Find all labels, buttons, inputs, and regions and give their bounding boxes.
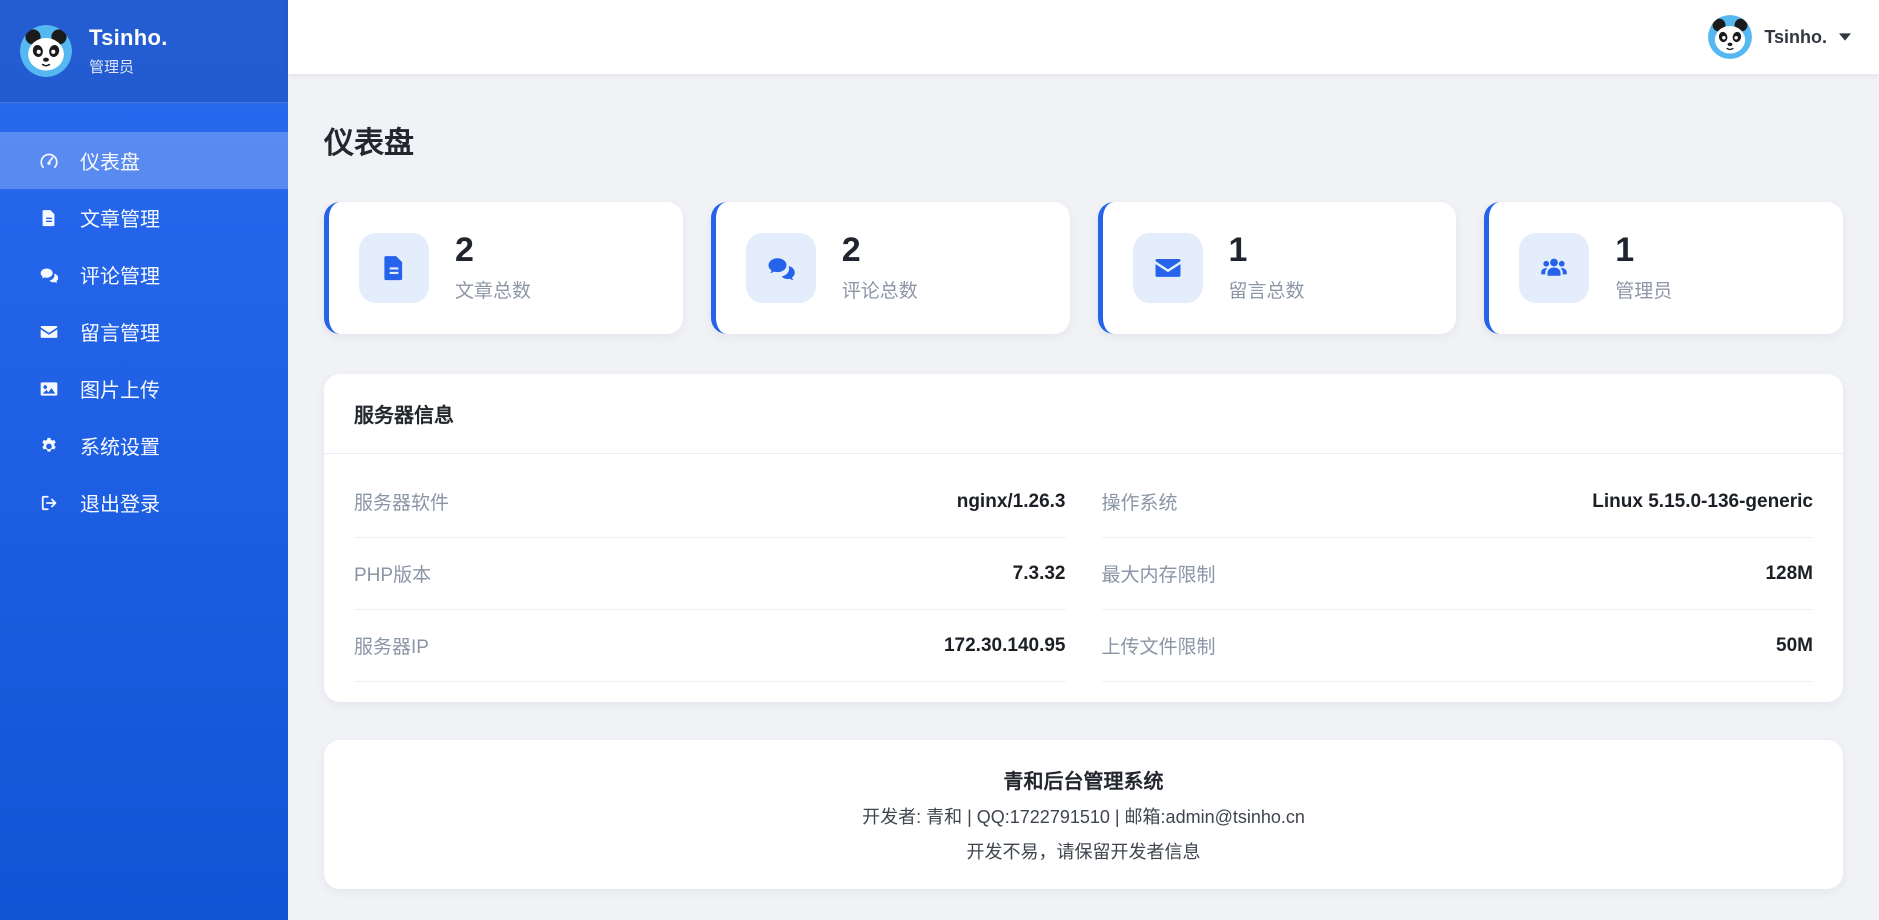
comments-icon xyxy=(746,233,816,303)
info-value: Linux 5.15.0-136-generic xyxy=(1592,491,1813,513)
sidebar-item-label: 评论管理 xyxy=(80,260,160,289)
envelope-icon xyxy=(38,321,60,343)
server-info-card: 服务器信息 服务器软件 nginx/1.26.3 PHP版本 7.3.32 服务… xyxy=(324,374,1843,702)
stat-value: 1 xyxy=(1615,233,1672,267)
brand-text: Tsinho. 管理员 xyxy=(89,25,168,77)
stat-value: 2 xyxy=(842,233,918,267)
stat-value: 2 xyxy=(455,233,531,267)
brand-name: Tsinho. xyxy=(89,25,168,51)
sidebar-item-label: 仪表盘 xyxy=(80,146,140,175)
topbar: Tsinho. xyxy=(288,0,1879,74)
sidebar-item-messages[interactable]: 留言管理 xyxy=(0,303,288,360)
info-value: 50M xyxy=(1776,635,1813,657)
image-icon xyxy=(38,378,60,400)
footer-developer-info: 开发者: 青和 | QQ:1722791510 | 邮箱:admin@tsinh… xyxy=(354,803,1813,829)
stat-value: 1 xyxy=(1229,233,1305,267)
server-info-col-right: 操作系统 Linux 5.15.0-136-generic 最大内存限制 128… xyxy=(1102,466,1814,682)
server-info-title: 服务器信息 xyxy=(324,374,1843,454)
stat-label: 文章总数 xyxy=(455,276,531,303)
server-info-row: PHP版本 7.3.32 xyxy=(354,538,1066,610)
main-column: Tsinho. 仪表盘 2 文章总数 xyxy=(288,0,1879,920)
sidebar-item-comments[interactable]: 评论管理 xyxy=(0,246,288,303)
article-icon xyxy=(38,207,60,229)
footer-notice: 开发不易，请保留开发者信息 xyxy=(354,838,1813,864)
brand-role: 管理员 xyxy=(89,56,168,77)
main-content: 仪表盘 2 文章总数 2 xyxy=(288,74,1879,920)
sidebar-item-label: 留言管理 xyxy=(80,317,160,346)
info-label: 上传文件限制 xyxy=(1102,632,1216,659)
page-title: 仪表盘 xyxy=(324,118,1843,162)
info-label: 服务器IP xyxy=(354,632,429,659)
sidebar-brand: Tsinho. 管理员 xyxy=(0,0,288,103)
comments-icon xyxy=(38,264,60,286)
brand-avatar xyxy=(20,25,72,77)
sidebar: Tsinho. 管理员 仪表盘 文章 xyxy=(0,0,288,920)
user-avatar xyxy=(1708,15,1752,59)
stat-label: 管理员 xyxy=(1615,276,1672,303)
server-info-row: 服务器IP 172.30.140.95 xyxy=(354,610,1066,682)
article-icon xyxy=(359,233,429,303)
stat-card-articles: 2 文章总数 xyxy=(324,202,683,334)
sidebar-item-label: 系统设置 xyxy=(80,431,160,460)
sidebar-item-image-upload[interactable]: 图片上传 xyxy=(0,360,288,417)
user-menu[interactable]: Tsinho. xyxy=(1708,15,1851,59)
info-label: 最大内存限制 xyxy=(1102,560,1216,587)
sidebar-item-logout[interactable]: 退出登录 xyxy=(0,474,288,531)
sidebar-menu: 仪表盘 文章管理 评论管理 xyxy=(0,103,288,531)
server-info-row: 最大内存限制 128M xyxy=(1102,538,1814,610)
info-label: 操作系统 xyxy=(1102,488,1178,515)
sidebar-item-label: 退出登录 xyxy=(80,488,160,517)
stat-label: 留言总数 xyxy=(1229,276,1305,303)
gear-icon xyxy=(38,435,60,457)
stat-card-guestbook: 1 留言总数 xyxy=(1098,202,1457,334)
stat-label: 评论总数 xyxy=(842,276,918,303)
info-label: PHP版本 xyxy=(354,560,431,587)
sidebar-item-label: 图片上传 xyxy=(80,374,160,403)
info-value: 172.30.140.95 xyxy=(944,635,1066,657)
gauge-icon xyxy=(38,150,60,172)
server-info-row: 上传文件限制 50M xyxy=(1102,610,1814,682)
stat-card-comments: 2 评论总数 xyxy=(711,202,1070,334)
footer-system-name: 青和后台管理系统 xyxy=(354,765,1813,794)
app-root: Tsinho. 管理员 仪表盘 文章 xyxy=(0,0,1879,920)
stat-card-admins: 1 管理员 xyxy=(1484,202,1843,334)
logout-icon xyxy=(38,492,60,514)
server-info-row: 操作系统 Linux 5.15.0-136-generic xyxy=(1102,466,1814,538)
caret-down-icon xyxy=(1839,33,1851,41)
users-icon xyxy=(1519,233,1589,303)
info-value: 128M xyxy=(1765,563,1813,585)
sidebar-item-dashboard[interactable]: 仪表盘 xyxy=(0,132,288,189)
server-info-row: 服务器软件 nginx/1.26.3 xyxy=(354,466,1066,538)
info-label: 服务器软件 xyxy=(354,488,449,515)
stats-row: 2 文章总数 2 评论总数 xyxy=(324,202,1843,334)
footer-card: 青和后台管理系统 开发者: 青和 | QQ:1722791510 | 邮箱:ad… xyxy=(324,740,1843,889)
server-info-col-left: 服务器软件 nginx/1.26.3 PHP版本 7.3.32 服务器IP 17… xyxy=(354,466,1066,682)
envelope-icon xyxy=(1133,233,1203,303)
sidebar-item-articles[interactable]: 文章管理 xyxy=(0,189,288,246)
server-info-grid: 服务器软件 nginx/1.26.3 PHP版本 7.3.32 服务器IP 17… xyxy=(324,454,1843,702)
info-value: 7.3.32 xyxy=(1013,563,1066,585)
info-value: nginx/1.26.3 xyxy=(957,491,1066,513)
user-name: Tsinho. xyxy=(1764,27,1827,48)
sidebar-item-label: 文章管理 xyxy=(80,203,160,232)
sidebar-item-settings[interactable]: 系统设置 xyxy=(0,417,288,474)
